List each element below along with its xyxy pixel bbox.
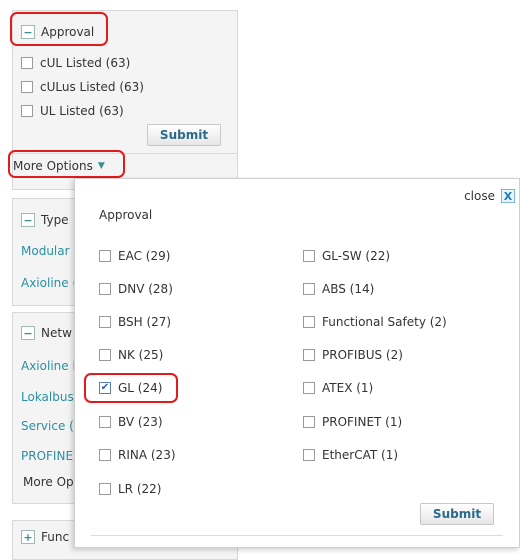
filter-option-label: DNV (28): [118, 282, 173, 296]
filter-option-label: PROFIBUS (2): [322, 348, 403, 362]
network-link[interactable]: Lokalbus: [21, 390, 74, 404]
type-link[interactable]: Modular (: [21, 244, 78, 258]
close-label[interactable]: close: [464, 189, 495, 203]
filter-option-label: GL-SW (22): [322, 249, 391, 263]
checkbox[interactable]: [303, 283, 315, 295]
filter-option[interactable]: UL Listed (63): [21, 103, 124, 119]
filter-option-label: ATEX (1): [322, 381, 374, 395]
close-popup[interactable]: close X: [464, 189, 515, 203]
filter-option[interactable]: ABS (14): [303, 281, 374, 297]
checkbox[interactable]: [303, 250, 315, 262]
filter-option-label: LR (22): [118, 482, 162, 496]
checkbox[interactable]: [99, 316, 111, 328]
filter-option-label: EAC (29): [118, 249, 171, 263]
more-options-toggle[interactable]: More Opt: [23, 475, 78, 489]
filter-option-label: RINA (23): [118, 448, 176, 462]
checkbox[interactable]: [303, 382, 315, 394]
checkbox[interactable]: [303, 449, 315, 461]
filter-option-label: GL (24): [118, 381, 163, 395]
checkbox[interactable]: [21, 57, 33, 69]
network-link[interactable]: PROFINE: [21, 449, 73, 463]
filter-option-label: cUL Listed (63): [40, 56, 131, 70]
checkbox[interactable]: [21, 105, 33, 117]
checkbox[interactable]: [99, 449, 111, 461]
filter-option-label: UL Listed (63): [40, 104, 124, 118]
more-options-popup: close X Approval EAC (29) DNV (28) BSH (…: [74, 178, 520, 548]
network-panel-title: Netw: [41, 326, 72, 340]
collapse-icon[interactable]: −: [21, 326, 35, 340]
filter-option[interactable]: RINA (23): [99, 447, 176, 463]
type-panel-title: Type: [41, 213, 69, 227]
filter-option[interactable]: BV (23): [99, 414, 163, 430]
filter-option-label: Functional Safety (2): [322, 315, 447, 329]
collapse-icon[interactable]: −: [21, 25, 35, 39]
filter-option[interactable]: EAC (29): [99, 248, 170, 264]
filter-option[interactable]: BSH (27): [99, 314, 171, 330]
filter-option-label: BSH (27): [118, 315, 172, 329]
filter-option[interactable]: GL-SW (22): [303, 248, 390, 264]
network-link[interactable]: Service (: [21, 419, 74, 433]
more-options-toggle[interactable]: More Options ▼: [13, 159, 105, 173]
function-panel-header[interactable]: + Func: [21, 527, 69, 547]
checkbox[interactable]: [99, 416, 111, 428]
type-panel-header[interactable]: − Type: [21, 210, 69, 230]
divider: [13, 153, 237, 154]
filter-option[interactable]: LR (22): [99, 481, 161, 497]
approval-filter-panel: − Approval cUL Listed (63) cULus Listed …: [12, 10, 238, 190]
checkbox[interactable]: [99, 349, 111, 361]
caret-down-icon: ▼: [97, 161, 105, 171]
popup-submit-button[interactable]: Submit: [420, 503, 494, 525]
checkbox[interactable]: [303, 316, 315, 328]
popup-title: Approval: [99, 208, 153, 222]
filter-option-label: PROFINET (1): [322, 415, 403, 429]
expand-icon[interactable]: +: [21, 530, 35, 544]
filter-option[interactable]: EtherCAT (1): [303, 447, 398, 463]
filter-option[interactable]: DNV (28): [99, 281, 173, 297]
checkbox[interactable]: [21, 81, 33, 93]
checkbox[interactable]: [303, 416, 315, 428]
filter-option[interactable]: ATEX (1): [303, 380, 373, 396]
filter-option-label: EtherCAT (1): [322, 448, 399, 462]
approval-panel-header[interactable]: − Approval: [21, 22, 94, 42]
filter-option-label: ABS (14): [322, 282, 375, 296]
checkbox[interactable]: [303, 349, 315, 361]
filter-option-label: cULus Listed (63): [40, 80, 144, 94]
collapse-icon[interactable]: −: [21, 213, 35, 227]
filter-option-label: NK (25): [118, 348, 164, 362]
checkbox[interactable]: [99, 250, 111, 262]
checkbox-checked[interactable]: ✔: [99, 382, 111, 394]
function-panel-title: Func: [41, 530, 70, 544]
type-link[interactable]: Axioline (: [21, 276, 77, 290]
network-panel-header[interactable]: − Netw: [21, 323, 72, 343]
filter-option[interactable]: PROFINET (1): [303, 414, 402, 430]
filter-option-label: BV (23): [118, 415, 163, 429]
more-options-label: More Options: [13, 159, 93, 173]
checkbox[interactable]: [99, 283, 111, 295]
filter-option[interactable]: Functional Safety (2): [303, 314, 447, 330]
approval-panel-title: Approval: [41, 25, 95, 39]
approval-submit-button[interactable]: Submit: [147, 124, 221, 146]
filter-option-selected[interactable]: ✔ GL (24): [99, 380, 162, 396]
filter-option[interactable]: cUL Listed (63): [21, 55, 130, 71]
filter-option[interactable]: cULus Listed (63): [21, 79, 144, 95]
network-link[interactable]: Axioline I: [21, 359, 76, 373]
filter-option[interactable]: NK (25): [99, 347, 163, 363]
close-icon[interactable]: X: [501, 189, 515, 203]
divider: [91, 535, 503, 536]
checkbox[interactable]: [99, 483, 111, 495]
filter-option[interactable]: PROFIBUS (2): [303, 347, 403, 363]
